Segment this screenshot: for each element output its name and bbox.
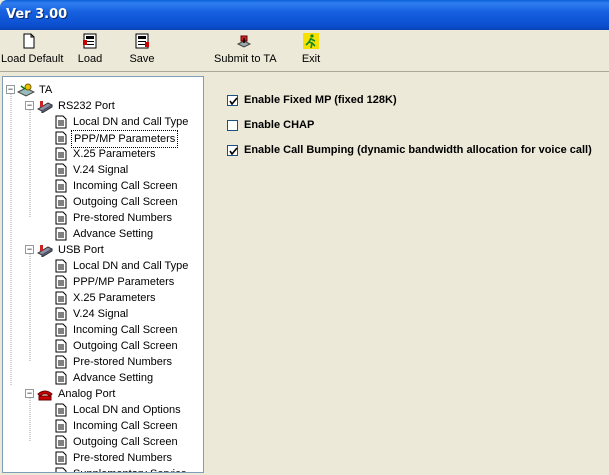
tree-label: X.25 Parameters	[73, 148, 156, 160]
save-label: Save	[129, 53, 155, 65]
tree-label: Local DN and Call Type	[73, 116, 189, 128]
page-icon	[55, 227, 67, 241]
tree-label: Local DN and Call Type	[73, 260, 189, 272]
load-default-label: Load Default	[1, 53, 64, 65]
page-icon	[55, 147, 67, 161]
tree-label: Pre-stored Numbers	[73, 212, 173, 224]
tree-label: Local DN and Options	[73, 404, 181, 416]
page-icon	[55, 291, 67, 305]
tree-label: Incoming Call Screen	[73, 324, 178, 336]
page-icon	[55, 115, 67, 129]
tree-label: V.24 Signal	[73, 308, 129, 320]
page-icon	[55, 371, 67, 385]
exit-label: Exit	[301, 53, 321, 65]
tree-label: Pre-stored Numbers	[73, 356, 173, 368]
tree-label: X.25 Parameters	[73, 292, 156, 304]
window-title: Ver 3.00	[6, 7, 68, 22]
page-icon	[55, 131, 67, 145]
save-button[interactable]: Save	[122, 33, 162, 69]
exit-running-man-icon	[303, 33, 319, 49]
page-icon	[55, 419, 67, 433]
tree-label: USB Port	[58, 244, 104, 256]
tree-label: Incoming Call Screen	[73, 420, 178, 432]
page-icon	[55, 307, 67, 321]
checkmark-icon	[229, 147, 238, 156]
tree-label: Outgoing Call Screen	[73, 340, 178, 352]
load-button[interactable]: Load	[70, 33, 110, 69]
tree-label: Supplementary Service	[71, 466, 189, 472]
options-panel: Enable Fixed MP (fixed 128K) Enable CHAP…	[207, 76, 609, 473]
collapse-toggle-icon[interactable]: −	[6, 85, 15, 94]
page-icon	[55, 355, 67, 369]
title-bar[interactable]: Ver 3.00	[0, 0, 609, 30]
load-default-button[interactable]: Load Default	[1, 33, 64, 69]
submit-icon	[236, 35, 252, 48]
page-icon	[55, 195, 67, 209]
tree-label: V.24 Signal	[73, 164, 129, 176]
tree-label: TA	[39, 84, 53, 96]
toolbar: Load Default Load Save Submit to TA Exit	[0, 30, 609, 72]
submit-to-ta-button[interactable]: Submit to TA	[214, 33, 277, 69]
enable-call-bumping-checkbox[interactable]	[227, 145, 238, 156]
tree-label: Analog Port	[58, 388, 116, 400]
page-icon	[55, 435, 67, 449]
ta-device-icon	[17, 83, 35, 97]
load-label: Load	[77, 53, 103, 65]
page-icon	[55, 275, 67, 289]
page-icon	[55, 179, 67, 193]
page-icon	[55, 211, 67, 225]
enable-chap-label: Enable CHAP	[244, 119, 315, 131]
enable-call-bumping-label: Enable Call Bumping (dynamic bandwidth a…	[244, 144, 592, 156]
tree-label: PPP/MP Parameters	[73, 276, 175, 288]
tree-label: Incoming Call Screen	[73, 180, 178, 192]
page-icon	[55, 403, 67, 417]
submit-to-ta-label: Submit to TA	[214, 53, 277, 65]
enable-fixed-mp-label: Enable Fixed MP (fixed 128K)	[244, 94, 397, 106]
exit-button[interactable]: Exit	[296, 33, 326, 69]
page-icon	[55, 259, 67, 273]
collapse-toggle-icon[interactable]: −	[25, 101, 34, 110]
port-connector-icon	[36, 101, 54, 113]
collapse-toggle-icon[interactable]: −	[25, 245, 34, 254]
collapse-toggle-icon[interactable]: −	[25, 389, 34, 398]
new-document-icon	[23, 33, 35, 49]
tree-label: Advance Setting	[73, 372, 154, 384]
enable-chap-checkbox[interactable]	[227, 120, 238, 131]
load-icon	[83, 33, 97, 49]
navigation-tree[interactable]: − TA − RS232 Port Local DN and Call Type PPP/…	[2, 76, 204, 473]
tree-label: Outgoing Call Screen	[73, 436, 178, 448]
checkmark-icon	[229, 97, 238, 106]
enable-fixed-mp-checkbox[interactable]	[227, 95, 238, 106]
analog-phone-icon	[37, 390, 53, 401]
page-icon	[55, 323, 67, 337]
port-connector-icon	[36, 245, 54, 257]
tree-label: Pre-stored Numbers	[73, 452, 173, 464]
page-icon	[55, 163, 67, 177]
tree-label: Advance Setting	[73, 228, 154, 240]
tree-label: Outgoing Call Screen	[73, 196, 178, 208]
save-icon	[135, 33, 149, 49]
tree-label: RS232 Port	[58, 100, 115, 112]
page-icon	[55, 451, 67, 465]
page-icon	[55, 467, 67, 472]
page-icon	[55, 339, 67, 353]
